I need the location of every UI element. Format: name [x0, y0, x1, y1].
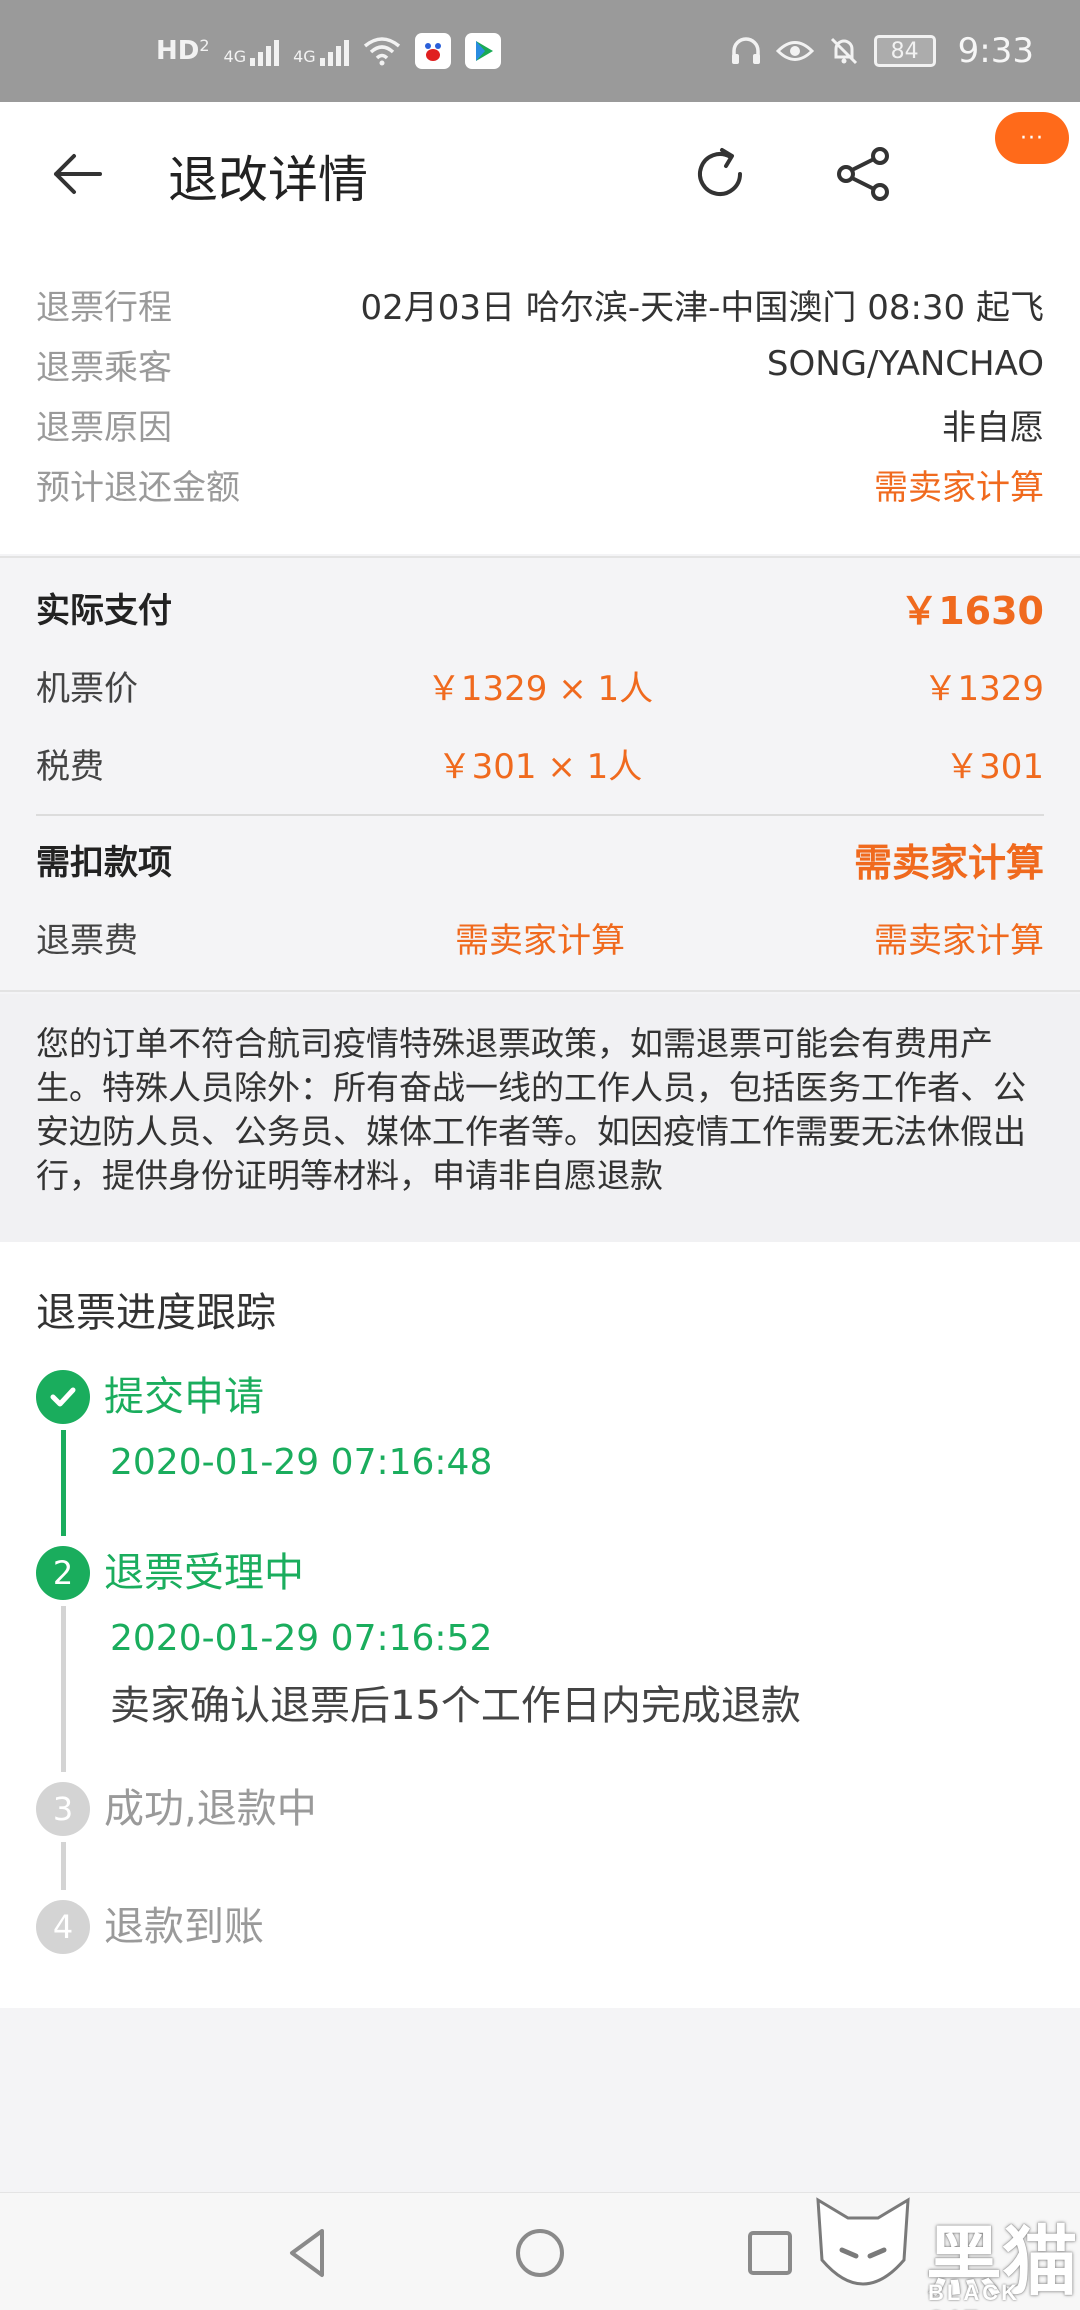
info-row-refund-amount: 预计退还金额 需卖家计算 [36, 454, 1044, 514]
price-row-tax: 税费 ￥301 × 1人 ￥301 [36, 724, 1044, 802]
progress-step-success: 3 成功,退款中 [36, 1782, 1044, 1900]
price-total: ￥1329 [923, 668, 1044, 709]
info-label: 退票原因 [36, 407, 172, 448]
price-calc: ￥301 × 1人 [437, 746, 643, 787]
battery-indicator: 84 [873, 35, 936, 67]
hd-sub-label: 2 [199, 36, 210, 55]
info-value: 需卖家计算 [874, 467, 1044, 508]
check-circle-icon [36, 1370, 90, 1424]
price-label: 需扣款项 [36, 842, 172, 883]
step-connector [61, 1606, 66, 1772]
progress-title: 退票进度跟踪 [36, 1290, 276, 1336]
info-label: 退票行程 [36, 287, 172, 328]
step-number-badge: 4 [36, 1900, 90, 1954]
step-connector [61, 1430, 66, 1536]
status-right: 84 9:33 [730, 31, 1034, 71]
network-label: 4G [223, 47, 247, 66]
info-row-reason: 退票原因 非自愿 [36, 394, 1044, 454]
step-title: 提交申请 [104, 1374, 264, 1420]
step-time: 2020-01-29 07:16:48 [110, 1442, 493, 1483]
step-time: 2020-01-29 07:16:52 [110, 1618, 493, 1659]
signal-icon-2: 4G [293, 36, 349, 66]
info-label: 预计退还金额 [36, 467, 240, 508]
step-title: 成功,退款中 [104, 1786, 317, 1832]
video-app-icon [464, 33, 501, 69]
price-total: ￥1630 [900, 588, 1044, 633]
policy-notice: 您的订单不符合航司疫情特殊退票政策，如需退票可能会有费用产生。特殊人员除外：所有… [0, 994, 1080, 1242]
info-value: SONG/YANCHAO [766, 344, 1044, 384]
status-time: 9:33 [957, 31, 1034, 71]
price-label: 实际支付 [36, 590, 172, 631]
step-title: 退票受理中 [104, 1550, 304, 1596]
step-number-badge: 3 [36, 1782, 90, 1836]
baidu-icon [414, 33, 451, 69]
price-row-fee: 退票费 需卖家计算 需卖家计算 [36, 898, 1044, 976]
status-bar: HD2 4G 4G 84 9:33 [0, 0, 1080, 102]
price-calc: ￥1329 × 1人 [426, 668, 654, 709]
progress-step-processing: 2 退票受理中 2020-01-29 07:16:52 卖家确认退票后15个工作… [36, 1546, 1044, 1782]
price-total: 需卖家计算 [874, 920, 1044, 961]
refresh-icon[interactable] [688, 142, 752, 206]
step-number-badge: 2 [36, 1546, 90, 1600]
nav-back-icon[interactable] [278, 2223, 338, 2283]
price-divider [36, 814, 1044, 816]
more-badge[interactable]: ··· [995, 112, 1069, 164]
hd-indicator: HD2 [156, 36, 210, 66]
info-value: 02月03日 哈尔滨-天津-中国澳门 08:30 起飞 [360, 287, 1044, 328]
system-nav-bar [0, 2192, 1080, 2310]
step-title: 退款到账 [104, 1904, 264, 1950]
eye-icon [775, 41, 814, 61]
hd-label: HD [156, 36, 200, 66]
step-description: 卖家确认退票后15个工作日内完成退款 [110, 1683, 801, 1729]
refund-info-section: 退票行程 02月03日 哈尔滨-天津-中国澳门 08:30 起飞 退票乘客 SO… [0, 246, 1080, 554]
wifi-icon [363, 37, 400, 66]
refund-progress-section: 退票进度跟踪 提交申请 2020-01-29 07:16:48 2 退票受理中 … [0, 1242, 1080, 2008]
share-icon[interactable] [832, 142, 896, 206]
signal-icon: 4G [224, 36, 280, 66]
price-row-deduct: 需扣款项 需卖家计算 [36, 820, 1044, 898]
price-section: 实际支付 ￥1630 机票价 ￥1329 × 1人 ￥1329 税费 ￥301 … [0, 556, 1080, 992]
progress-step-submit: 提交申请 2020-01-29 07:16:48 [36, 1370, 1044, 1546]
price-total: ￥301 [945, 746, 1044, 787]
step-connector [61, 1842, 66, 1890]
nav-recents-icon[interactable] [740, 2223, 800, 2283]
mute-bell-icon [830, 37, 857, 65]
headphone-icon [731, 37, 760, 64]
price-row-actual: 实际支付 ￥1630 [36, 568, 1044, 646]
page-title: 退改详情 [168, 151, 368, 209]
info-row-itinerary: 退票行程 02月03日 哈尔滨-天津-中国澳门 08:30 起飞 [36, 274, 1044, 334]
status-left: HD2 4G 4G [156, 33, 501, 69]
app-header: 退改详情 [0, 102, 1080, 299]
price-row-ticket: 机票价 ￥1329 × 1人 ￥1329 [36, 646, 1044, 724]
network-label-2: 4G [293, 47, 316, 66]
info-row-passenger: 退票乘客 SONG/YANCHAO [36, 334, 1044, 394]
progress-step-arrived: 4 退款到账 [36, 1900, 1044, 1970]
info-value: 非自愿 [942, 407, 1044, 448]
price-total: 需卖家计算 [853, 840, 1044, 885]
back-arrow-icon[interactable] [50, 150, 106, 198]
info-label: 退票乘客 [36, 347, 172, 388]
nav-home-icon[interactable] [510, 2223, 570, 2283]
